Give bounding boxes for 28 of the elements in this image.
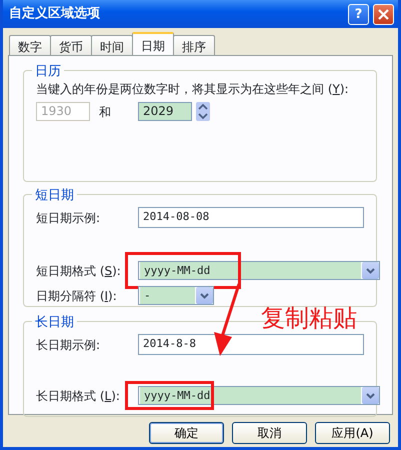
- dropdown-field[interactable]: -: [138, 286, 214, 305]
- close-button[interactable]: [373, 4, 394, 24]
- dropdown-field[interactable]: yyyy-MM-dd: [138, 386, 380, 405]
- sample-field: 2014-8-8: [138, 334, 364, 355]
- dialog-button[interactable]: 应用(A): [315, 422, 390, 444]
- tab[interactable]: 日期: [132, 32, 174, 55]
- tab[interactable]: 数字: [9, 35, 51, 55]
- dialog-button[interactable]: 取消: [232, 422, 307, 444]
- field-label: 长日期示例:: [36, 336, 102, 354]
- year-field: 1930: [36, 102, 90, 121]
- help-button[interactable]: ?: [348, 4, 369, 24]
- tab[interactable]: 时间: [91, 35, 133, 55]
- field-label: 短日期格式 (S):: [36, 262, 122, 280]
- field-label: 日期分隔符 (I):: [36, 288, 118, 304]
- sample-field: 2014-08-08: [138, 207, 364, 228]
- field-label: 短日期示例:: [36, 210, 102, 226]
- and-label: 和: [99, 104, 112, 120]
- tab[interactable]: 排序: [173, 35, 215, 55]
- tab[interactable]: 货币: [50, 35, 92, 55]
- close-icon: [378, 8, 389, 20]
- year-field[interactable]: 2029: [138, 102, 192, 121]
- spinner-arrows-icon[interactable]: [196, 102, 210, 121]
- window-title: 自定义区域选项: [9, 4, 100, 24]
- dialog-button[interactable]: 确定: [149, 422, 224, 444]
- prompt-text: 当键入的年份是两位数字时，将其显示为在这些年之间 (Y):: [36, 81, 350, 98]
- annotation-text: 复制粘贴: [261, 303, 357, 334]
- dropdown-field[interactable]: yyyy-MM-dd: [138, 261, 380, 280]
- field-label: 长日期格式 (L):: [36, 388, 121, 404]
